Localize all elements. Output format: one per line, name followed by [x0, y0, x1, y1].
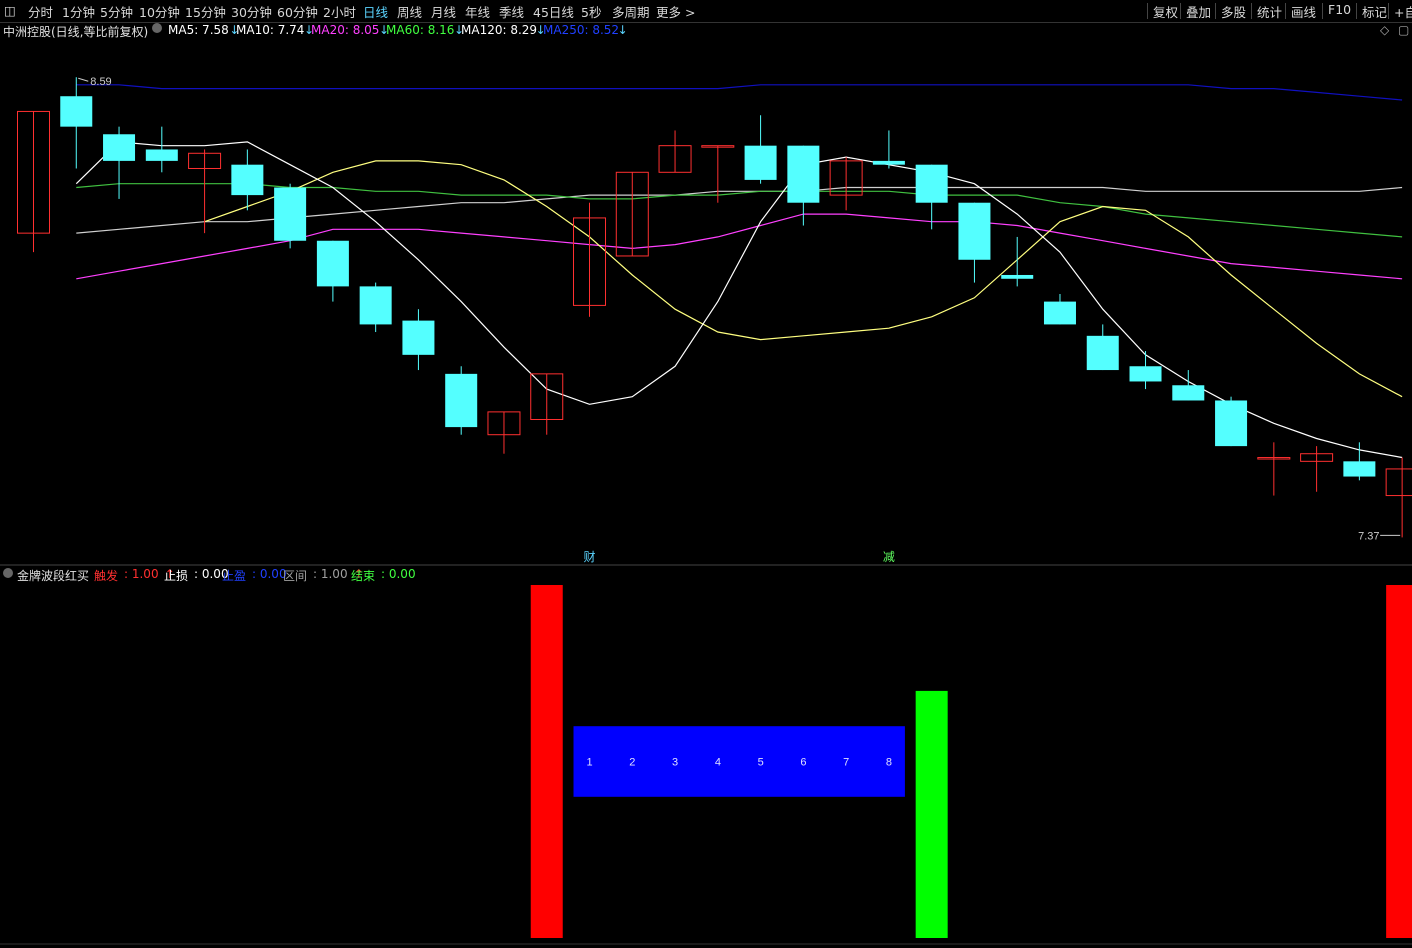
- candle-body-31: [1343, 461, 1376, 477]
- low-label: 7.37: [1358, 530, 1379, 542]
- candle-body-9: [402, 320, 435, 355]
- range-day-label-4: 5: [758, 757, 764, 769]
- candle-body-6: [274, 187, 307, 241]
- candle-body-24: [1043, 301, 1076, 325]
- high-label: 8.59: [90, 76, 111, 88]
- range-day-label-7: 8: [886, 757, 892, 769]
- event-marker-0: 财: [584, 550, 596, 564]
- candle-body-32: [1385, 468, 1412, 497]
- candle-body-18: [787, 145, 820, 203]
- candle-body-25: [1086, 335, 1119, 371]
- candle-body-10: [445, 373, 478, 428]
- candle-body-7: [316, 240, 349, 287]
- candle-body-22: [958, 202, 991, 260]
- high-pointer: [78, 77, 89, 82]
- range-day-label-0: 1: [587, 757, 593, 769]
- indicator-bar-1: [573, 726, 905, 797]
- candle-body-17: [744, 145, 777, 180]
- candle-body-8: [359, 286, 392, 325]
- candle-body-26: [1129, 366, 1162, 382]
- indicator-bar-2: [915, 690, 948, 938]
- candle-body-1: [60, 96, 93, 127]
- kline-chart: 8.59 7.37 财 减 1 2 3 4 5 6 7 8: [0, 76, 1412, 945]
- candle-body-28: [1215, 400, 1248, 447]
- indicator-bar-3: [1386, 585, 1412, 938]
- indicator-bar-0: [530, 585, 563, 938]
- event-marker-1: 减: [883, 550, 895, 564]
- range-day-label-1: 2: [629, 757, 635, 769]
- range-day-label-5: 6: [800, 757, 806, 769]
- range-day-label-3: 4: [715, 757, 721, 769]
- candle-body-21: [915, 164, 948, 203]
- candle-body-23: [1001, 274, 1034, 279]
- candle-body-20: [872, 160, 905, 165]
- ma250-line: [76, 84, 1403, 101]
- range-day-label-6: 7: [843, 757, 849, 769]
- candle-body-3: [145, 149, 178, 161]
- candle-body-27: [1172, 385, 1205, 401]
- candle-body-5: [231, 164, 264, 196]
- candle-body-2: [103, 134, 136, 161]
- range-day-label-2: 3: [672, 757, 678, 769]
